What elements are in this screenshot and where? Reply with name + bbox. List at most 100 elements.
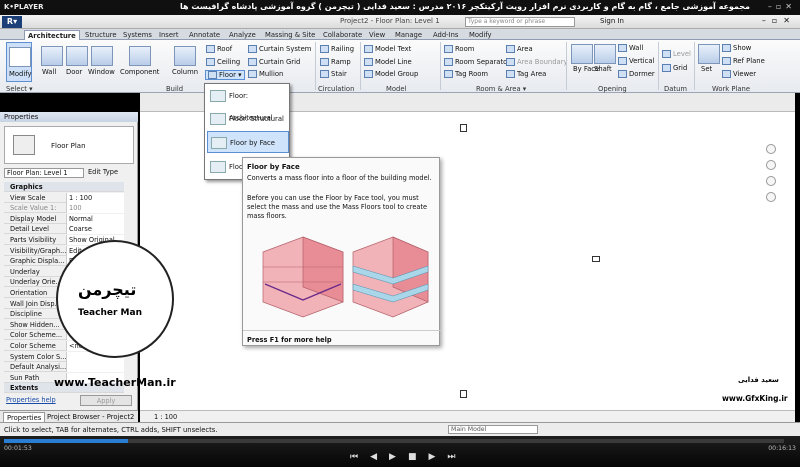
- mullion-button[interactable]: Mullion: [248, 70, 283, 78]
- floor-button[interactable]: Floor ▾: [205, 70, 245, 80]
- orbit-icon[interactable]: [766, 192, 776, 202]
- author-fa: سعید فدایی: [738, 376, 779, 384]
- vertical-button[interactable]: Vertical: [618, 57, 654, 65]
- teacherman-en: Teacher Man: [78, 308, 142, 318]
- roof-button[interactable]: Roof: [206, 45, 232, 53]
- area-boundary-button[interactable]: Area Boundary: [506, 58, 568, 66]
- level-button[interactable]: Level: [662, 50, 691, 58]
- set-button[interactable]: Set: [701, 65, 712, 73]
- property-value[interactable]: 1 : 100: [66, 192, 124, 203]
- model-line-button[interactable]: Model Line: [364, 58, 412, 66]
- playback-buttons[interactable]: ⏮◀▶■▶⏭: [350, 452, 467, 462]
- grid-button[interactable]: Grid: [662, 64, 687, 72]
- curtain-system-button[interactable]: Curtain System: [248, 45, 311, 53]
- set-work-plane-icon[interactable]: [698, 44, 720, 64]
- menu-item-floor-architectural[interactable]: Floor: Architectural: [207, 85, 289, 122]
- apply-button[interactable]: Apply: [80, 395, 132, 406]
- shaft-icon[interactable]: [594, 44, 616, 64]
- tab-annotate[interactable]: Annotate: [186, 30, 223, 40]
- modify-button[interactable]: Modify: [6, 42, 32, 82]
- property-value[interactable]: Coarse: [66, 224, 124, 235]
- door-button[interactable]: Door: [66, 68, 82, 76]
- area-button[interactable]: Area: [506, 45, 533, 53]
- model-text-button[interactable]: Model Text: [364, 45, 411, 53]
- property-row[interactable]: Default Analysi...: [4, 362, 124, 373]
- tab-architecture[interactable]: Architecture: [24, 30, 80, 40]
- group-label-select[interactable]: Select ▾: [6, 85, 33, 93]
- tag-room-button[interactable]: Tag Room: [444, 70, 488, 78]
- instance-filter[interactable]: Floor Plan: Level 1: [4, 168, 84, 178]
- property-row[interactable]: Display Model Normal: [4, 213, 124, 224]
- room-button[interactable]: Room: [444, 45, 474, 53]
- component-icon[interactable]: [129, 46, 151, 66]
- stair-button[interactable]: Stair: [320, 70, 347, 78]
- property-value[interactable]: 100: [66, 203, 124, 214]
- tab-view[interactable]: View: [366, 30, 388, 40]
- tab-structure[interactable]: Structure: [82, 30, 120, 40]
- column-button[interactable]: Column: [172, 68, 198, 76]
- wall-icon[interactable]: [41, 46, 63, 66]
- ref-plane-button[interactable]: Ref Plane: [722, 57, 765, 65]
- ribbon-separator: [566, 42, 567, 90]
- tab-collaborate[interactable]: Collaborate: [320, 30, 365, 40]
- elevation-marker-north[interactable]: [460, 124, 467, 132]
- ceiling-button[interactable]: Ceiling: [206, 58, 240, 66]
- property-row[interactable]: View Scale 1 : 100: [4, 192, 124, 203]
- window-icon[interactable]: [91, 46, 113, 66]
- view-scale[interactable]: 1 : 100: [154, 413, 177, 421]
- railing-button[interactable]: Railing: [320, 45, 354, 53]
- revit-app-button[interactable]: R▾: [2, 16, 22, 28]
- curtain-grid-icon: [248, 58, 257, 66]
- door-icon[interactable]: [66, 46, 88, 66]
- group-label-room-area[interactable]: Room & Area ▾: [476, 85, 526, 93]
- type-selector[interactable]: Floor Plan: [4, 126, 134, 164]
- dormer-button[interactable]: Dormer: [618, 70, 655, 78]
- tab-systems[interactable]: Systems: [120, 30, 155, 40]
- show-button[interactable]: Show: [722, 44, 751, 52]
- column-icon[interactable]: [174, 46, 196, 66]
- tab-project-browser[interactable]: Project Browser - Project2: [44, 412, 137, 422]
- room-separator-button[interactable]: Room Separator: [444, 58, 510, 66]
- property-row[interactable]: Scale Value 1: 100: [4, 203, 124, 214]
- wall-button[interactable]: Wall: [42, 68, 56, 76]
- tab-massing[interactable]: Massing & Site: [262, 30, 318, 40]
- ramp-button[interactable]: Ramp: [320, 58, 351, 66]
- tag-area-button[interactable]: Tag Area: [506, 70, 546, 78]
- app-window-controls[interactable]: –▫✕: [762, 16, 796, 25]
- elevation-marker-south[interactable]: [460, 390, 467, 398]
- tab-manage[interactable]: Manage: [392, 30, 425, 40]
- curtain-grid-button[interactable]: Curtain Grid: [248, 58, 300, 66]
- active-model-select[interactable]: Main Model: [448, 425, 538, 434]
- curtain-system-icon: [248, 45, 257, 53]
- search-input[interactable]: Type a keyword or phrase: [465, 17, 575, 27]
- tab-modify[interactable]: Modify: [466, 30, 495, 40]
- tab-addins[interactable]: Add-Ins: [430, 30, 461, 40]
- pan-icon[interactable]: [766, 176, 776, 186]
- menu-item-floor-by-face[interactable]: Floor by Face: [207, 131, 289, 153]
- shaft-button[interactable]: Shaft: [594, 65, 612, 73]
- zoom-icon[interactable]: [766, 160, 776, 170]
- tab-insert[interactable]: Insert: [156, 30, 182, 40]
- property-key: Default Analysi...: [10, 363, 66, 372]
- elevation-marker-east[interactable]: [592, 256, 600, 262]
- wall-opening-button[interactable]: Wall: [618, 44, 643, 52]
- sign-in-button[interactable]: Sign In: [600, 17, 624, 25]
- ribbon-separator: [360, 42, 361, 90]
- property-row[interactable]: Detail Level Coarse: [4, 224, 124, 235]
- navigation-wheel-icon[interactable]: [766, 144, 776, 154]
- viewer-button[interactable]: Viewer: [722, 70, 756, 78]
- player-window-controls[interactable]: –▫✕: [768, 2, 796, 11]
- teacherman-logo: تیچرمن Teacher Man: [56, 240, 174, 358]
- tab-analyze[interactable]: Analyze: [226, 30, 259, 40]
- window-button[interactable]: Window: [88, 68, 115, 76]
- property-key: Color Scheme...: [10, 331, 63, 340]
- property-row[interactable]: Graphics: [4, 182, 124, 192]
- property-value[interactable]: Normal: [66, 213, 124, 224]
- property-value[interactable]: [66, 362, 124, 373]
- properties-help-link[interactable]: Properties help: [6, 396, 56, 404]
- opening-by-face-icon[interactable]: [571, 44, 593, 64]
- component-button[interactable]: Component: [120, 68, 159, 76]
- model-group-button[interactable]: Model Group: [364, 70, 418, 78]
- menu-item-floor-structural[interactable]: Floor: Structural: [207, 108, 289, 130]
- edit-type-button[interactable]: Edit Type: [88, 168, 118, 176]
